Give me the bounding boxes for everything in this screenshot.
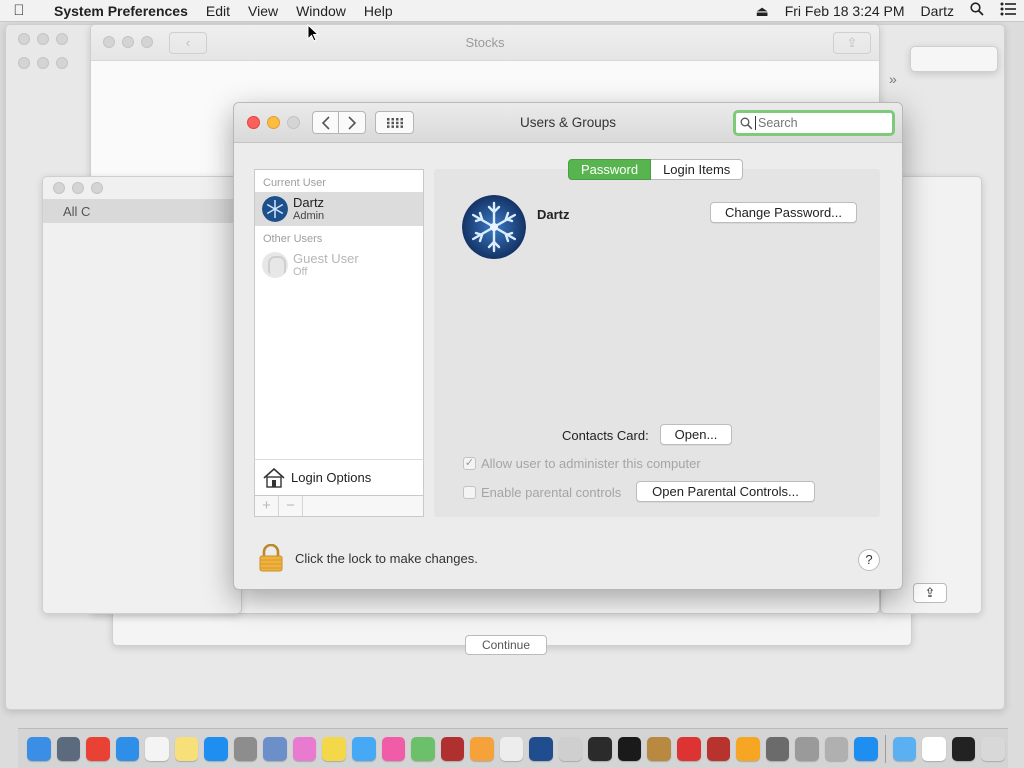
quicktime-icon[interactable] [529, 736, 553, 761]
user-row-guest[interactable]: Guest User Off [255, 248, 423, 282]
menu-bar:  System Preferences Edit View Window He… [0, 0, 1024, 22]
snowflake-avatar-icon [262, 196, 288, 222]
menu-view[interactable]: View [239, 0, 287, 22]
flashcard-icon[interactable] [677, 736, 701, 761]
textedit-icon[interactable] [499, 736, 524, 761]
menu-app-name[interactable]: System Preferences [38, 0, 197, 22]
window-icon[interactable] [922, 736, 946, 761]
stocks-title: Stocks [465, 35, 505, 50]
book-icon[interactable] [647, 736, 672, 761]
itunes-icon[interactable] [381, 736, 406, 761]
notes-icon[interactable] [174, 736, 199, 761]
menu-help[interactable]: Help [355, 0, 402, 22]
terminal-icon[interactable] [951, 736, 976, 761]
dictionary-icon[interactable] [706, 736, 731, 761]
remove-user-button[interactable]: − [279, 496, 303, 516]
open-contacts-button[interactable]: Open... [660, 424, 732, 445]
menu-edit[interactable]: Edit [197, 0, 239, 22]
finder-icon[interactable] [27, 736, 51, 761]
allow-admin-checkbox[interactable]: ✓ [463, 457, 476, 470]
stocks-icon[interactable] [617, 736, 642, 761]
window-controls [18, 33, 68, 45]
downloads-folder-icon[interactable] [892, 736, 917, 761]
home-icon[interactable] [736, 736, 760, 761]
help-button[interactable]: ? [858, 549, 880, 571]
user-picture-icon[interactable] [462, 195, 526, 259]
user-list-toolbar: + − [254, 495, 424, 517]
app-store-icon[interactable] [204, 736, 228, 761]
lock-message: Click the lock to make changes. [295, 551, 478, 566]
script-editor-icon[interactable] [558, 736, 583, 761]
menu-window[interactable]: Window [287, 0, 355, 22]
current-user-header: Current User [263, 177, 326, 189]
apple-menu-icon[interactable]:  [0, 2, 38, 19]
users-groups-window: Users & Groups Current User Dartz Admin … [233, 102, 903, 590]
change-password-button[interactable]: Change Password... [710, 202, 857, 223]
app-store-2-icon[interactable] [854, 736, 878, 761]
tab-login-items[interactable]: Login Items [651, 159, 744, 180]
all-contacts-label: All C [63, 204, 91, 219]
chevron-right-double-icon[interactable]: » [889, 71, 897, 87]
share-icon[interactable]: ⇪ [913, 583, 947, 603]
preview-icon[interactable] [263, 736, 287, 761]
search-field[interactable] [733, 110, 895, 136]
system-preferences-icon[interactable] [233, 736, 258, 761]
photos-icon[interactable] [292, 736, 317, 761]
stocks-titlebar: ‹ Stocks ⇪ [91, 25, 879, 61]
user-role: Admin [293, 209, 325, 222]
font-book-icon[interactable] [765, 736, 790, 761]
stocks-share-icon[interactable]: ⇪ [833, 32, 871, 54]
automator-icon[interactable] [824, 736, 849, 761]
continue-button[interactable]: Continue [465, 635, 547, 655]
calendar-icon[interactable] [145, 736, 169, 761]
launchpad-icon[interactable] [56, 736, 81, 761]
window-controls [18, 57, 68, 69]
allow-admin-label: Allow user to administer this computer [481, 456, 701, 471]
grapher-icon[interactable] [588, 736, 612, 761]
photos-color-icon[interactable] [470, 736, 494, 761]
other-users-header: Other Users [263, 233, 323, 245]
open-parental-controls-button[interactable]: Open Parental Controls... [636, 481, 815, 502]
trash-icon[interactable] [981, 736, 1006, 761]
lock-icon[interactable] [258, 544, 284, 572]
maps-icon[interactable] [411, 736, 435, 761]
contacts-card-label: Contacts Card: [562, 428, 649, 443]
eject-icon[interactable]: ⏏ [747, 0, 776, 22]
user-name: Dartz [293, 194, 325, 210]
disk-utility-icon[interactable] [795, 736, 819, 761]
dock [18, 728, 1008, 768]
allow-admin-row: ✓ Allow user to administer this computer [463, 456, 701, 471]
tab-password[interactable]: Password [568, 159, 652, 180]
house-icon [263, 467, 285, 488]
tab-bar: Password Login Items [568, 159, 744, 180]
photo-booth-icon[interactable] [440, 736, 465, 761]
search-icon [740, 117, 753, 129]
background-search-window [910, 46, 998, 72]
parental-controls-checkbox[interactable] [463, 486, 476, 499]
login-options-label: Login Options [291, 470, 372, 485]
user-row-dartz[interactable]: Dartz Admin [255, 192, 423, 226]
guest-user-name: Guest User [293, 250, 359, 266]
login-options-item[interactable]: Login Options [254, 459, 424, 495]
parental-controls-row: Enable parental controls [463, 485, 621, 500]
dialog-titlebar: Users & Groups [234, 103, 902, 143]
search-input[interactable] [755, 116, 885, 130]
menu-user[interactable]: Dartz [913, 0, 962, 22]
chrome-icon[interactable] [86, 736, 110, 761]
parental-controls-label: Enable parental controls [481, 485, 622, 500]
notification-center-icon[interactable] [992, 0, 1024, 22]
add-user-button[interactable]: + [255, 496, 279, 516]
stickies-icon[interactable] [322, 736, 347, 761]
spotlight-search-icon[interactable] [962, 0, 992, 22]
background-window-left: All C [42, 176, 242, 614]
account-full-name: Dartz [537, 207, 570, 222]
dock-separator [884, 734, 886, 763]
menu-clock[interactable]: Fri Feb 18 3:24 PM [777, 0, 913, 22]
mouse-cursor-icon [307, 24, 319, 42]
window-controls [53, 182, 103, 194]
messages-icon[interactable] [352, 736, 376, 761]
safari-icon[interactable] [115, 736, 140, 761]
guest-avatar-icon [262, 252, 288, 278]
guest-user-status: Off [293, 265, 308, 278]
